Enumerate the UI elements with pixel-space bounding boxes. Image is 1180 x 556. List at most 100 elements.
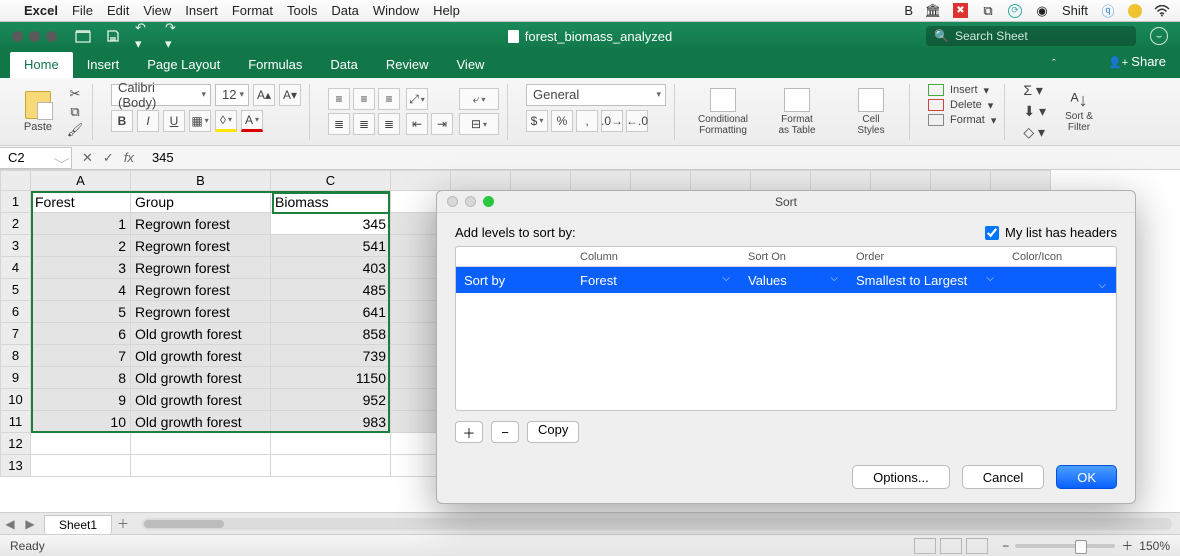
row-header[interactable]: 5 [1, 279, 31, 301]
enter-formula-icon[interactable]: ✓ [103, 150, 114, 166]
row-header[interactable]: 11 [1, 411, 31, 433]
zoom-out-icon[interactable]: − [1002, 539, 1009, 553]
autosum-icon[interactable]: Σ ▾ [1023, 82, 1046, 99]
cell[interactable]: 8 [31, 367, 131, 389]
menu-format[interactable]: Format [232, 3, 273, 18]
row-header[interactable]: 9 [1, 367, 31, 389]
qat-home-icon[interactable] [75, 28, 91, 44]
align-top-icon[interactable]: ≡ [328, 88, 350, 110]
select-all-corner[interactable] [1, 171, 31, 191]
align-left-icon[interactable]: ≣ [328, 113, 350, 135]
remove-level-button[interactable]: − [491, 421, 519, 443]
format-painter-icon[interactable]: 🖌 [66, 123, 84, 137]
fill-color-button[interactable]: ◊ [215, 110, 237, 132]
cell-styles-button[interactable]: Cell Styles [841, 88, 901, 136]
tab-formulas[interactable]: Formulas [234, 52, 316, 78]
sort-column-select[interactable]: Forest [572, 273, 740, 288]
col-header-b[interactable]: B [131, 171, 271, 191]
cell[interactable]: Regrown forest [131, 279, 271, 301]
tab-page-layout[interactable]: Page Layout [133, 52, 234, 78]
sync-icon[interactable]: ⟳ [1008, 4, 1022, 18]
tab-home[interactable]: Home [10, 52, 73, 78]
dialog-zoom-icon[interactable] [483, 196, 494, 207]
format-cells-button[interactable]: Format ▾ [928, 114, 996, 127]
feedback-icon[interactable]: ⌣ [1150, 27, 1168, 45]
search-sheet-input[interactable]: 🔍 Search Sheet [926, 26, 1136, 46]
menu-file[interactable]: File [72, 3, 93, 18]
tab-nav-next[interactable]: ▶ [20, 517, 40, 531]
cell[interactable] [31, 455, 131, 477]
menu-tools[interactable]: Tools [287, 3, 317, 18]
shrink-font-icon[interactable]: A▾ [279, 84, 301, 106]
font-size-select[interactable]: 12 [215, 84, 249, 106]
insert-cells-button[interactable]: Insert ▾ [928, 84, 989, 97]
col-header-blank[interactable] [391, 171, 451, 191]
row-header[interactable]: 12 [1, 433, 31, 455]
cancel-formula-icon[interactable]: ✕ [82, 150, 93, 166]
font-color-button[interactable]: A [241, 110, 263, 132]
row-header[interactable]: 13 [1, 455, 31, 477]
row-header[interactable]: 6 [1, 301, 31, 323]
cell[interactable]: Group [131, 191, 271, 213]
dialog-close-icon[interactable] [447, 196, 458, 207]
add-sheet-button[interactable]: ＋ [112, 515, 134, 532]
dec-decimal-icon[interactable]: ←.0 [626, 110, 648, 132]
helper-icon[interactable]: ⓠ [1100, 3, 1116, 19]
cell[interactable]: Old growth forest [131, 389, 271, 411]
col-header-a[interactable]: A [31, 171, 131, 191]
cell[interactable]: Regrown forest [131, 235, 271, 257]
menu-insert[interactable]: Insert [185, 3, 218, 18]
dropbox-icon[interactable]: ⧉ [980, 3, 996, 19]
cell[interactable]: 541 [271, 235, 391, 257]
cell[interactable]: 739 [271, 345, 391, 367]
headers-checkbox[interactable] [985, 226, 999, 240]
dialog-titlebar[interactable]: Sort [437, 191, 1135, 213]
delete-cells-button[interactable]: Delete ▾ [928, 99, 993, 112]
view-normal-icon[interactable] [914, 538, 936, 554]
col-header-c[interactable]: C [271, 171, 391, 191]
row-header[interactable]: 7 [1, 323, 31, 345]
cell[interactable]: Old growth forest [131, 323, 271, 345]
row-header[interactable]: 1 [1, 191, 31, 213]
cell[interactable] [271, 455, 391, 477]
options-button[interactable]: Options... [852, 465, 950, 489]
percent-icon[interactable]: % [551, 110, 573, 132]
horizontal-scrollbar[interactable] [142, 518, 1172, 530]
bold-button[interactable]: B [111, 110, 133, 132]
wifi-icon[interactable] [1154, 3, 1170, 19]
cell[interactable]: 4 [31, 279, 131, 301]
view-break-icon[interactable] [966, 538, 988, 554]
menu-data[interactable]: Data [331, 3, 358, 18]
merge-icon[interactable]: ⊟ [459, 113, 499, 135]
cell[interactable]: Old growth forest [131, 367, 271, 389]
cell[interactable]: 983 [271, 411, 391, 433]
cell[interactable]: 485 [271, 279, 391, 301]
cell[interactable]: 403 [271, 257, 391, 279]
underline-button[interactable]: U [163, 110, 185, 132]
row-header[interactable]: 8 [1, 345, 31, 367]
menu-edit[interactable]: Edit [107, 3, 129, 18]
add-level-button[interactable]: ＋ [455, 421, 483, 443]
wrap-text-icon[interactable]: ⤶ [459, 88, 499, 110]
cell[interactable]: 641 [271, 301, 391, 323]
cell[interactable]: 2 [31, 235, 131, 257]
row-header[interactable]: 4 [1, 257, 31, 279]
cell[interactable]: 858 [271, 323, 391, 345]
copy-level-button[interactable]: Copy [527, 421, 579, 443]
qat-save-icon[interactable] [105, 28, 121, 44]
cell[interactable]: Regrown forest [131, 301, 271, 323]
cell[interactable]: Old growth forest [131, 411, 271, 433]
copy-icon[interactable]: ⧉ [66, 105, 84, 119]
zoom-in-icon[interactable]: ＋ [1121, 537, 1133, 554]
cell[interactable]: 5 [31, 301, 131, 323]
name-box[interactable]: C2 [0, 147, 72, 169]
cell[interactable]: 1 [31, 213, 131, 235]
cell[interactable]: Forest [31, 191, 131, 213]
cell[interactable]: Regrown forest [131, 213, 271, 235]
sort-on-select[interactable]: Values [740, 273, 848, 288]
share-button[interactable]: Share [1108, 54, 1166, 69]
tab-nav-prev[interactable]: ◀ [0, 517, 20, 531]
formula-input[interactable]: 345 [144, 150, 1180, 165]
align-mid-icon[interactable]: ≡ [353, 88, 375, 110]
row-header[interactable]: 10 [1, 389, 31, 411]
